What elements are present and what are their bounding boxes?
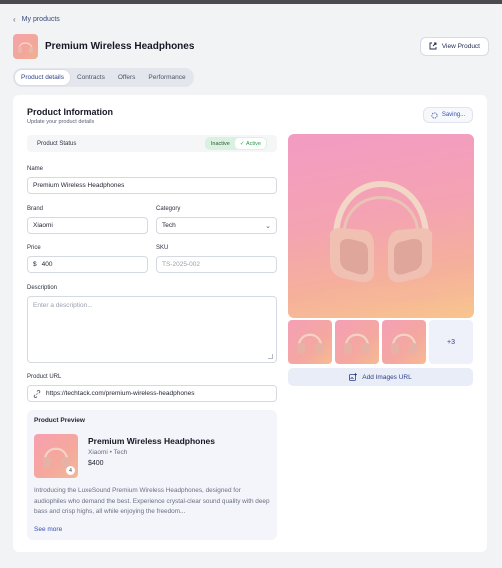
product-status-label: Product Status	[37, 140, 77, 147]
back-label: My products	[21, 16, 60, 23]
top-border	[0, 0, 502, 4]
tab-bar: Product details Contracts Offers Perform…	[13, 68, 194, 87]
name-label: Name	[27, 166, 44, 172]
view-product-button[interactable]: View Product	[419, 36, 489, 56]
saving-label: Saving...	[441, 112, 466, 118]
status-toggle: Inactive ✓ Active	[204, 137, 267, 150]
gallery-thumbnail[interactable]	[335, 320, 379, 364]
preview-image: 4	[34, 434, 78, 478]
main-product-image[interactable]	[288, 134, 474, 318]
link-icon	[33, 389, 41, 398]
tab-offers[interactable]: Offers	[112, 70, 142, 85]
name-input[interactable]: Premium Wireless Headphones	[27, 177, 277, 194]
preview-meta: Xiaomi • Tech	[88, 449, 128, 456]
product-status-row: Product Status Inactive ✓ Active	[27, 135, 277, 152]
product-preview-card: Product Preview 4 Premium Wireless Headp…	[27, 410, 277, 540]
category-select[interactable]: Tech ⌄	[156, 217, 277, 234]
status-active-label: Active	[246, 140, 261, 147]
gallery-thumbnail[interactable]	[288, 320, 332, 364]
brand-input[interactable]: Xiaomi	[27, 217, 148, 234]
image-count-badge: 4	[66, 466, 75, 475]
spinner-icon	[431, 111, 438, 119]
add-images-url-button[interactable]: Add Images URL	[288, 368, 473, 386]
tab-performance[interactable]: Performance	[142, 70, 191, 85]
url-label: Product URL	[27, 374, 62, 380]
sku-input[interactable]: TS-2025-002	[156, 256, 277, 273]
status-inactive-option[interactable]: Inactive	[206, 138, 235, 149]
product-information-card: Product Information Update your product …	[13, 95, 487, 552]
chevron-down-icon: ⌄	[265, 222, 271, 230]
price-value: 400	[41, 261, 53, 268]
chevron-left-icon: ‹	[13, 15, 16, 24]
status-active-option[interactable]: ✓ Active	[234, 138, 266, 149]
price-input[interactable]: $ 400	[27, 256, 148, 273]
resize-handle[interactable]	[268, 354, 273, 359]
product-thumbnail	[13, 33, 38, 59]
brand-label: Brand	[27, 206, 44, 212]
saving-indicator: Saving...	[423, 107, 473, 123]
back-link[interactable]: ‹ My products	[13, 15, 60, 24]
view-product-label: View Product	[441, 42, 480, 50]
see-more-link[interactable]: See more	[34, 526, 62, 533]
url-value: https://techtack.com/premium-wireless-he…	[46, 390, 195, 397]
description-label: Description	[27, 285, 58, 291]
page-header: Premium Wireless Headphones View Product	[13, 33, 489, 59]
description-placeholder: Enter a description...	[33, 302, 93, 309]
section-title: Product Information	[27, 107, 113, 117]
tab-contracts[interactable]: Contracts	[71, 70, 111, 85]
add-images-url-label: Add Images URL	[362, 373, 412, 381]
tab-product-details[interactable]: Product details	[15, 70, 70, 85]
more-images-button[interactable]: +3	[429, 320, 473, 364]
url-input[interactable]: https://techtack.com/premium-wireless-he…	[27, 385, 277, 402]
category-label: Category	[156, 206, 181, 212]
section-subtitle: Update your product details	[27, 119, 95, 125]
gallery-thumbnail[interactable]	[382, 320, 426, 364]
price-label: Price	[27, 245, 41, 251]
page-title: Premium Wireless Headphones	[45, 40, 195, 52]
category-value: Tech	[162, 222, 176, 229]
preview-title: Product Preview	[34, 417, 85, 424]
preview-price: $400	[88, 460, 104, 467]
description-textarea[interactable]: Enter a description...	[27, 296, 277, 363]
image-plus-icon	[349, 373, 358, 381]
currency-symbol: $	[33, 261, 37, 268]
preview-description: Introducing the LuxeSound Premium Wirele…	[34, 487, 270, 515]
sku-label: SKU	[156, 245, 169, 251]
preview-product-name: Premium Wireless Headphones	[88, 436, 215, 446]
external-link-icon	[429, 42, 437, 50]
